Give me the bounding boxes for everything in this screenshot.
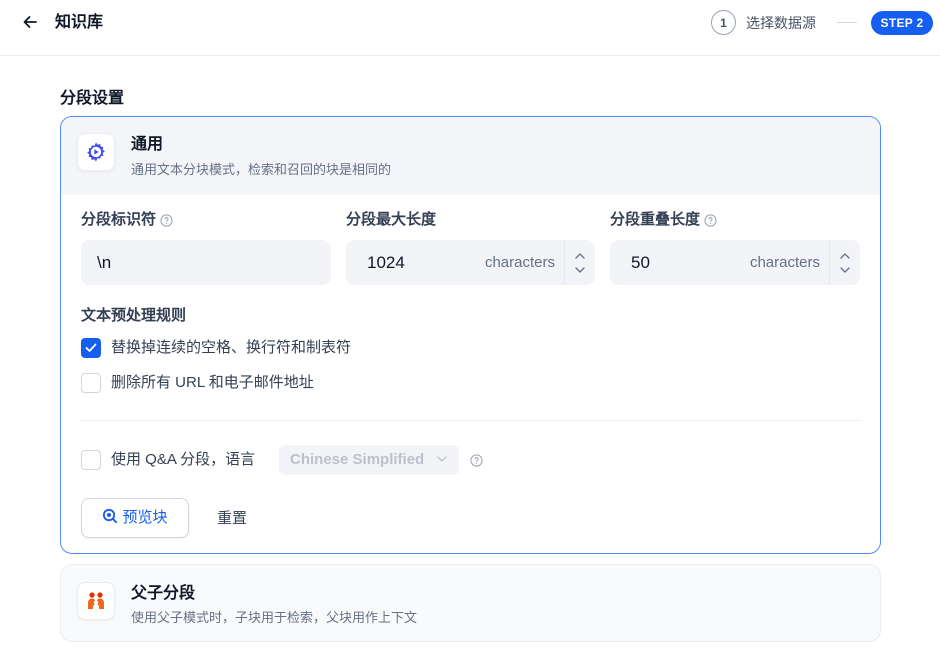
divider bbox=[81, 420, 860, 421]
help-icon[interactable] bbox=[704, 213, 717, 227]
step-connector bbox=[837, 22, 857, 23]
step-1-label: 选择数据源 bbox=[746, 15, 816, 31]
chevron-up-icon[interactable] bbox=[575, 252, 585, 260]
parent-child-card-title: 父子分段 bbox=[131, 585, 196, 602]
check-icon bbox=[85, 343, 97, 352]
separator-label: 分段标识符 bbox=[81, 210, 173, 230]
language-select-value: Chinese Simplified bbox=[290, 451, 425, 468]
preprocessing-rules-title: 文本预处理规则 bbox=[81, 307, 187, 324]
max-length-label: 分段最大长度 bbox=[346, 211, 437, 228]
overlap-input[interactable]: 50 characters bbox=[610, 240, 860, 285]
language-select[interactable]: Chinese Simplified bbox=[279, 445, 459, 475]
remove-urls-checkbox[interactable] bbox=[81, 373, 101, 393]
separator-input[interactable]: \n bbox=[81, 240, 331, 285]
qa-segment-checkbox[interactable] bbox=[81, 450, 101, 470]
general-card-description: 通用文本分块模式，检索和召回的块是相同的 bbox=[131, 162, 392, 177]
max-length-input[interactable]: 1024 characters bbox=[346, 240, 595, 285]
overlap-unit: characters bbox=[749, 254, 820, 271]
parent-child-chunk-card[interactable]: 父子分段 使用父子模式时，子块用于检索，父块用作上下文 bbox=[60, 564, 881, 642]
max-length-unit: characters bbox=[484, 254, 555, 271]
replace-whitespace-label: 替换掉连续的空格、换行符和制表符 bbox=[111, 339, 352, 356]
overlap-label-text: 分段重叠长度 bbox=[610, 211, 701, 228]
parent-child-card-description: 使用父子模式时，子块用于检索，父块用作上下文 bbox=[131, 610, 418, 625]
chevron-up-icon[interactable] bbox=[840, 252, 850, 260]
replace-whitespace-checkbox[interactable] bbox=[81, 338, 101, 358]
reset-button[interactable]: 重置 bbox=[217, 509, 247, 529]
overlap-stepper[interactable] bbox=[829, 240, 860, 285]
general-card-header: 通用 通用文本分块模式，检索和召回的块是相同的 bbox=[61, 117, 880, 195]
section-title: 分段设置 bbox=[60, 90, 125, 107]
help-icon[interactable] bbox=[160, 213, 173, 227]
search-preview-icon bbox=[102, 508, 118, 529]
preview-chunks-button[interactable]: 预览块 bbox=[81, 498, 189, 538]
back-arrow-icon[interactable] bbox=[20, 12, 40, 32]
help-icon[interactable] bbox=[470, 454, 483, 467]
separator-value: \n bbox=[97, 253, 112, 272]
remove-urls-label: 删除所有 URL 和电子邮件地址 bbox=[111, 374, 314, 391]
general-card-title: 通用 bbox=[131, 136, 164, 153]
chevron-down-icon[interactable] bbox=[840, 266, 850, 274]
chevron-down-icon[interactable] bbox=[575, 266, 585, 274]
step-1-number: 1 bbox=[711, 10, 736, 35]
max-length-value: 1024 bbox=[367, 253, 405, 272]
chevron-down-icon bbox=[437, 454, 447, 464]
overlap-label: 分段重叠长度 bbox=[610, 210, 717, 230]
qa-segment-label: 使用 Q&A 分段，语言 bbox=[111, 451, 256, 468]
parent-child-icon bbox=[77, 582, 115, 620]
max-length-stepper[interactable] bbox=[564, 240, 595, 285]
general-chunk-card[interactable]: 通用 通用文本分块模式，检索和召回的块是相同的 分段标识符 分段最大长度 分段重… bbox=[60, 116, 881, 554]
top-header: 知识库 1 选择数据源 STEP 2 bbox=[0, 0, 940, 56]
overlap-value: 50 bbox=[631, 253, 650, 272]
page-title: 知识库 bbox=[55, 14, 104, 31]
gear-icon bbox=[77, 133, 115, 171]
preview-chunks-label: 预览块 bbox=[122, 509, 168, 526]
step-2-badge: STEP 2 bbox=[871, 11, 933, 35]
separator-label-text: 分段标识符 bbox=[81, 211, 157, 228]
